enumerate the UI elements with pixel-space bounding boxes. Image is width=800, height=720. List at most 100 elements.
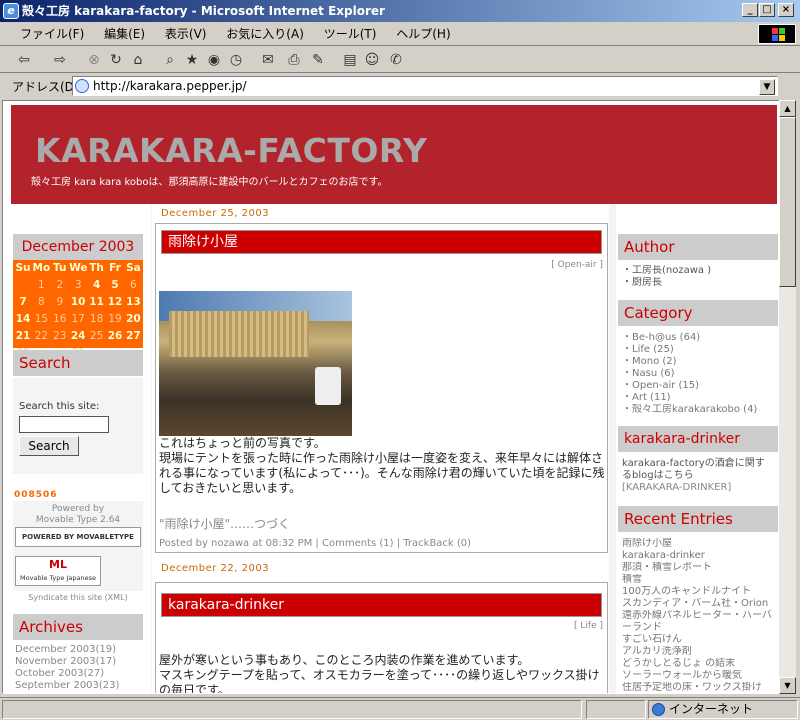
post-title[interactable]: 雨除け小屋 [161,230,602,254]
recent-item[interactable]: 遠赤外線パネルヒーター・ハーバーランド [622,610,776,634]
trackback-link[interactable]: TrackBack (0) [403,538,471,549]
recent-item[interactable]: 100万人のキャンドルナイト [622,586,776,598]
address-dropdown-icon[interactable]: ▼ [759,79,775,95]
post-body-paragraph: マスキングテープを貼って、オスモカラーを塗って････の繰り返しやワックス掛けの… [159,668,600,694]
calendar-weekday: Th [89,262,104,274]
recent-item[interactable]: 積雪 [622,574,776,586]
favorites-icon[interactable]: ★ [182,50,202,70]
post-category[interactable]: [ Life ] [574,621,603,631]
scroll-thumb[interactable] [779,117,796,287]
calendar-day[interactable]: 20 [124,313,142,325]
calendar-day[interactable]: 7 [14,296,32,308]
search-button[interactable]: Search [19,436,79,456]
calendar-day[interactable]: 5 [106,279,124,291]
print-icon[interactable]: ⎙ [284,50,304,70]
archive-item[interactable]: October 2003(27) [15,668,145,680]
category-item[interactable]: ・Life (25) [622,344,776,356]
toolbar: ⇦ ⇨ ⊗ ↻ ⌂ ⌕ ★ ◉ ◷ ✉ ⎙ ✎ ▤ ☺ ✆ [0,47,800,73]
scroll-up-icon[interactable]: ▲ [779,100,796,117]
close-button[interactable]: × [778,3,794,17]
globe-icon [652,703,665,716]
archive-item[interactable]: November 2003(17) [15,656,145,668]
calendar-day[interactable]: 12 [106,296,124,308]
discuss-icon[interactable]: ▤ [340,50,360,70]
research-icon[interactable]: ✆ [386,50,406,70]
messenger-icon[interactable]: ☺ [362,50,382,70]
menu-file[interactable]: ファイル(F) [12,22,92,46]
search-icon[interactable]: ⌕ [160,50,180,70]
menu-favorites[interactable]: お気に入り(A) [218,22,312,46]
forward-icon[interactable]: ⇨ [50,50,70,70]
calendar-day[interactable]: 4 [88,279,106,291]
vertical-scrollbar[interactable]: ▲ ▼ [779,100,796,694]
comments-link[interactable]: Comments (1) [322,538,394,549]
mail-icon[interactable]: ✉ [258,50,278,70]
minimize-button[interactable]: _ [742,3,758,17]
category-item[interactable]: ・Be-h@us (64) [622,332,776,344]
menu-view[interactable]: 表示(V) [157,22,215,46]
site-title[interactable]: KARAKARA-FACTORY [35,131,427,170]
category-item[interactable]: ・Open-air (15) [622,380,776,392]
menu-help[interactable]: ヘルプ(H) [388,22,458,46]
recent-item[interactable]: スカンディア・バーム社・Orion [622,598,776,610]
calendar-day: 22 [34,330,49,342]
menu-tools[interactable]: ツール(T) [316,22,385,46]
author-item[interactable]: ・工房長(nozawa ) [622,265,776,277]
category-item[interactable]: ・Art (11) [622,392,776,404]
post-photo[interactable] [159,291,352,436]
category-item[interactable]: ・Mono (2) [622,356,776,368]
calendar-day[interactable]: 27 [124,330,142,342]
ml-badge-sub: Movable Type Japanese [20,574,96,582]
category-item[interactable]: ・殻々工房karakarakobo (4) [622,404,776,416]
page-icon [75,79,89,93]
post-category[interactable]: [ Open-air ] [551,260,603,270]
recent-item[interactable]: アルカリ洗浄剤 [622,646,776,658]
home-icon[interactable]: ⌂ [128,50,148,70]
media-icon[interactable]: ◉ [204,50,224,70]
post-title[interactable]: karakara-drinker [161,593,602,617]
archive-item[interactable]: December 2003(19) [15,644,145,656]
stop-icon[interactable]: ⊗ [84,50,104,70]
recent-item[interactable]: karakara-drinker [622,550,776,562]
calendar-day[interactable]: 14 [14,313,32,325]
recent-heading: Recent Entries [618,506,778,532]
menu-edit[interactable]: 編集(E) [96,22,153,46]
scroll-down-icon[interactable]: ▼ [779,677,796,694]
maximize-button[interactable]: □ [759,3,775,17]
back-icon[interactable]: ⇦ [14,50,34,70]
history-icon[interactable]: ◷ [226,50,246,70]
recent-item[interactable]: 那須・積雪レポート [622,562,776,574]
recent-item[interactable]: すごい石けん [622,634,776,646]
calendar-day: 15 [34,313,49,325]
author-item[interactable]: ・厨房長 [622,277,776,289]
post-date: December 22, 2003 [161,563,270,574]
recent-item[interactable]: 雨除け小屋 [622,538,776,550]
calendar-day: 19 [108,313,122,325]
edit-icon[interactable]: ✎ [308,50,328,70]
mt-japanese-badge[interactable]: ML Movable Type Japanese [15,556,101,586]
title-bar: e 殻々工房 karakara-factory - Microsoft Inte… [0,0,800,22]
calendar-day[interactable]: 26 [106,330,124,342]
refresh-icon[interactable]: ↻ [106,50,126,70]
calendar-day[interactable]: 21 [14,330,32,342]
address-input[interactable]: http://karakara.pepper.jp/ ▼ [72,76,778,96]
search-input[interactable] [19,416,109,433]
read-more-link[interactable]: "雨除け小屋"……つづく [159,517,605,532]
calendar-day[interactable]: 10 [69,296,87,308]
post-footer: Posted by nozawa at 08:32 PM | Comments … [159,538,472,549]
address-bar: アドレス(D) http://karakara.pepper.jp/ ▼ [0,74,800,98]
drinker-link[interactable]: [KARAKARA-DRINKER] [622,482,776,494]
recent-item[interactable]: ソーラーウォールから暖気 [622,670,776,682]
recent-item[interactable]: どうかしとるじょ の結末 [622,658,776,670]
author-list: ・工房長(nozawa ) ・厨房長 [622,265,776,289]
movabletype-badge[interactable]: POWERED BY MOVABLETYPE [15,527,141,547]
calendar-week-row: 14 15 16 17 18 19 20 [13,313,143,328]
category-item[interactable]: ・Nasu (6) [622,368,776,380]
calendar-day[interactable]: 11 [88,296,106,308]
syndicate-link[interactable]: Syndicate this site (XML) [13,593,143,602]
calendar-day[interactable]: 13 [124,296,142,308]
archive-item[interactable]: September 2003(23) [15,680,145,692]
calendar-day[interactable]: 24 [69,330,87,342]
recent-item[interactable]: 住居予定地の床・ワックス掛け [622,682,776,693]
powered-line2: Movable Type 2.64 [35,515,121,525]
